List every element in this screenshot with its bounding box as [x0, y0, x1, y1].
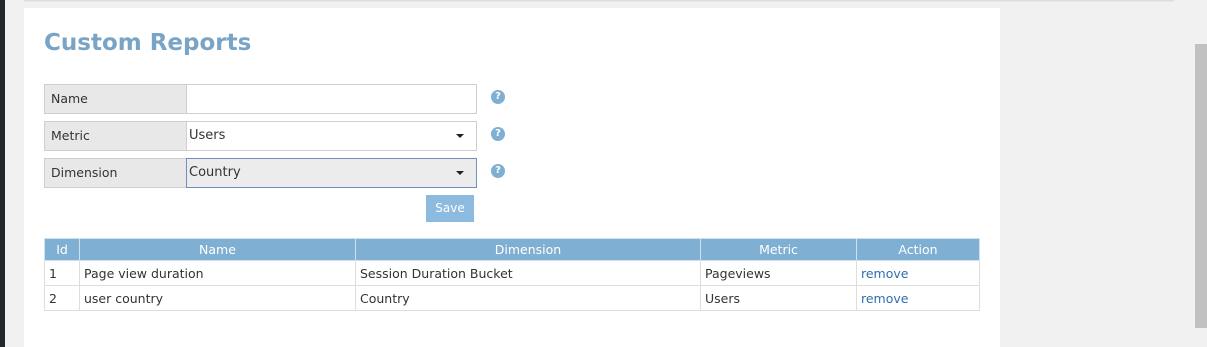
- admin-sidebar-edge: [0, 0, 5, 347]
- cell-id: 2: [44, 285, 80, 311]
- cell-action: remove: [856, 260, 980, 286]
- metric-select-value: Users: [189, 128, 226, 143]
- remove-link[interactable]: remove: [861, 266, 908, 281]
- name-label: Name: [44, 84, 194, 114]
- metric-select[interactable]: Users: [186, 121, 477, 151]
- table-row: 2 user country Country Users remove: [44, 285, 980, 311]
- scrollbar-thumb[interactable]: [1195, 44, 1207, 328]
- dimension-select-value: Country: [189, 165, 241, 180]
- dimension-select[interactable]: Country: [186, 158, 477, 188]
- column-header-dimension: Dimension: [355, 238, 701, 261]
- cell-dimension: Country: [355, 285, 701, 311]
- cell-metric: Users: [700, 285, 857, 311]
- custom-reports-panel: Custom Reports Name ? Metric Users ? Dim…: [24, 8, 1000, 347]
- chevron-down-icon: [456, 134, 464, 138]
- name-input[interactable]: [186, 84, 477, 114]
- cell-id: 1: [44, 260, 80, 286]
- table-header-row: Id Name Dimension Metric Action: [44, 238, 980, 261]
- reports-table: Id Name Dimension Metric Action 1 Page v…: [44, 238, 980, 311]
- dimension-help-icon[interactable]: ?: [491, 164, 505, 178]
- column-header-name: Name: [79, 238, 356, 261]
- page-title: Custom Reports: [44, 30, 252, 56]
- top-divider-shadow: [24, 1, 1174, 2]
- save-button[interactable]: Save: [426, 195, 474, 222]
- cell-action: remove: [856, 285, 980, 311]
- cell-dimension: Session Duration Bucket: [355, 260, 701, 286]
- metric-help-icon[interactable]: ?: [491, 127, 505, 141]
- metric-label: Metric: [44, 121, 194, 151]
- column-header-action: Action: [856, 238, 980, 261]
- dimension-label: Dimension: [44, 158, 194, 188]
- remove-link[interactable]: remove: [861, 291, 908, 306]
- chevron-down-icon: [456, 171, 464, 175]
- cell-name: user country: [79, 285, 356, 311]
- table-row: 1 Page view duration Session Duration Bu…: [44, 260, 980, 286]
- name-help-icon[interactable]: ?: [491, 90, 505, 104]
- cell-metric: Pageviews: [700, 260, 857, 286]
- cell-name: Page view duration: [79, 260, 356, 286]
- column-header-metric: Metric: [700, 238, 857, 261]
- column-header-id: Id: [44, 238, 80, 261]
